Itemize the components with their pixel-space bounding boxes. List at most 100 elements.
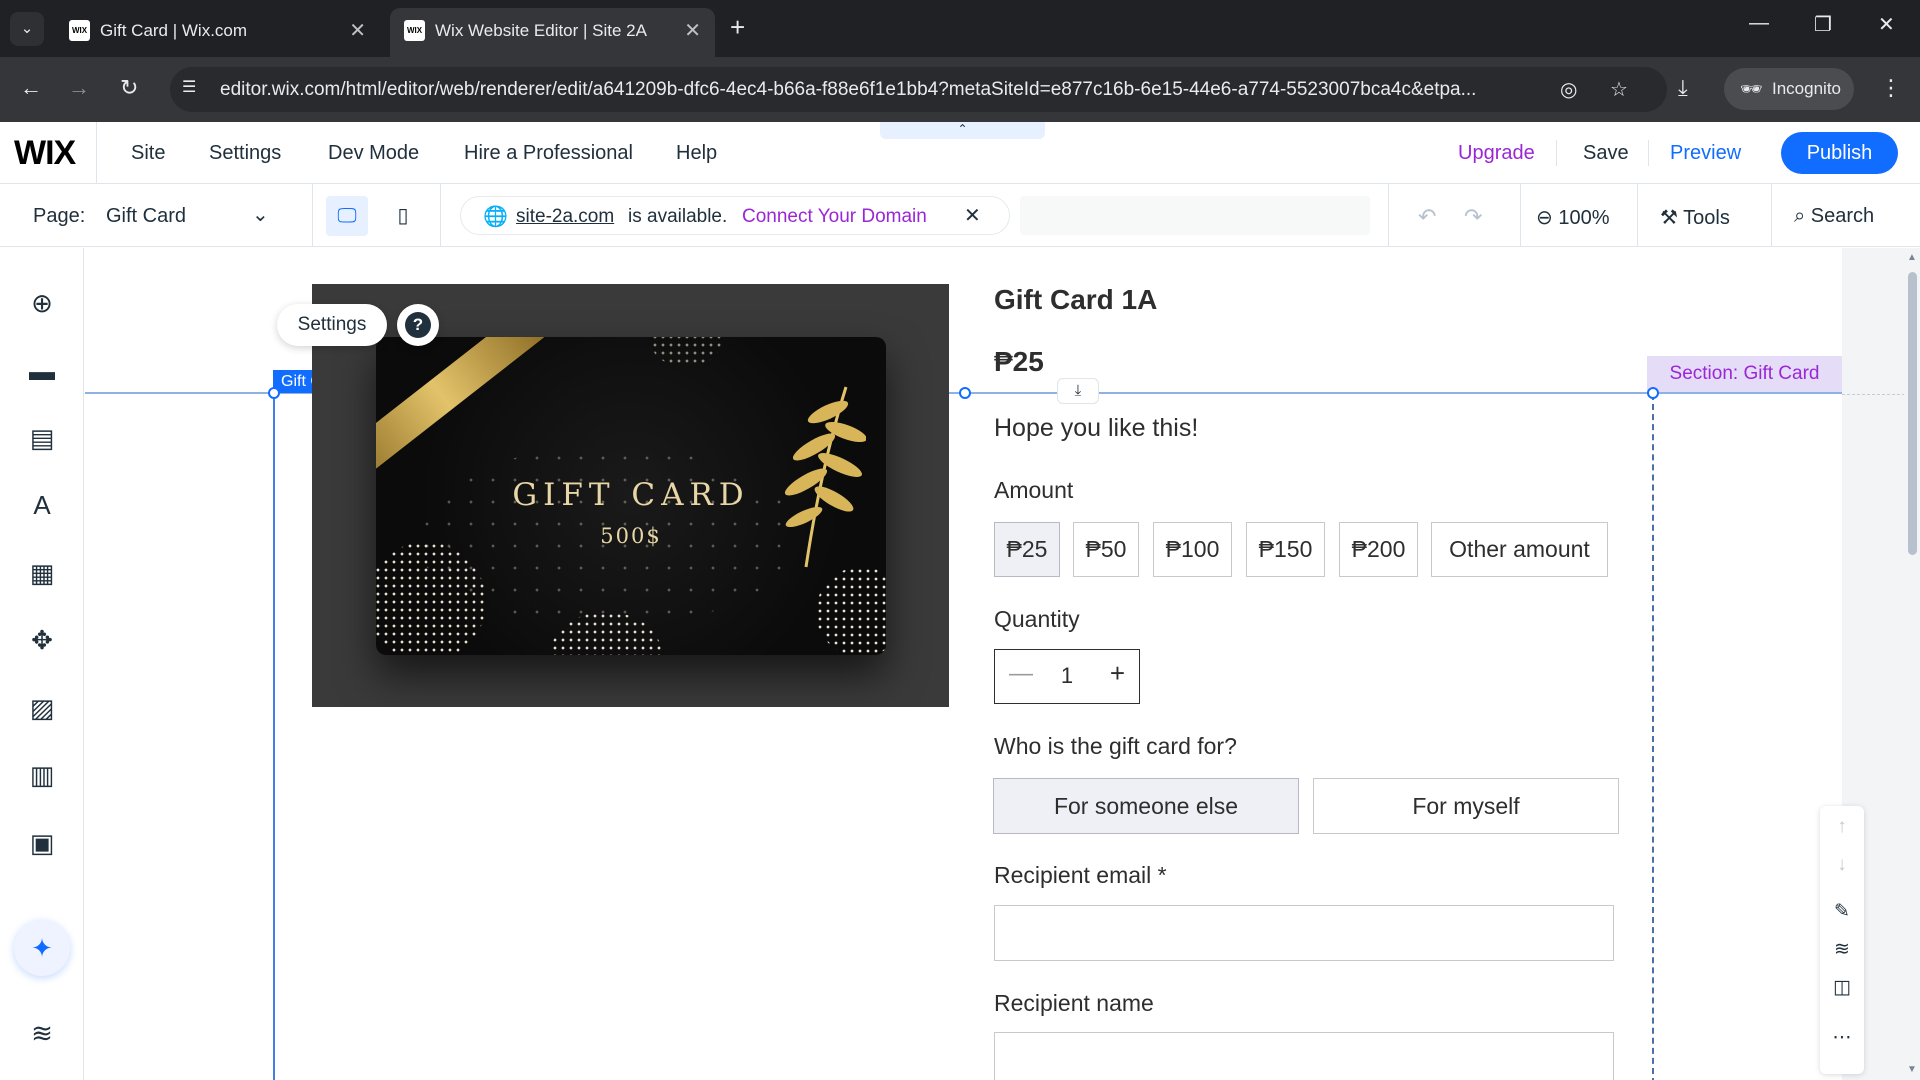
business-apps-icon[interactable]: ✥ (22, 620, 62, 660)
url-omnibox[interactable]: ☰ editor.wix.com/html/editor/web/rendere… (170, 67, 1667, 112)
recipient-name-label: Recipient name (994, 990, 1154, 1016)
close-tab-icon[interactable]: ✕ (349, 18, 366, 43)
for-someone-else-button[interactable]: For someone else (993, 778, 1299, 834)
editor-canvas[interactable]: Section: Gift Card Gift Card (85, 248, 1920, 1080)
site-info-icon[interactable]: ☰ (182, 77, 204, 101)
download-icon[interactable]: ⤓ (1678, 75, 1688, 101)
resize-handle[interactable] (1647, 387, 1659, 399)
menu-help[interactable]: Help (676, 142, 717, 165)
cms-icon[interactable]: ▥ (22, 755, 62, 795)
forward-arrow-icon[interactable]: → (68, 75, 90, 101)
layers-stack-icon[interactable]: ≋ (1820, 938, 1864, 961)
other-amount-option[interactable]: Other amount (1431, 522, 1608, 577)
menu-site[interactable]: Site (131, 142, 165, 165)
gift-card-graphic: GIFT CARD 500$ (376, 337, 886, 655)
gift-card-image[interactable]: GIFT CARD 500$ ✥ (312, 284, 949, 707)
tab-title: Wix Website Editor | Site 2A (435, 21, 647, 40)
menu-hire-professional[interactable]: Hire a Professional (464, 142, 633, 165)
site-design-icon[interactable]: A (22, 485, 62, 525)
chevron-down-icon[interactable]: ⌄ (252, 202, 269, 227)
divider (96, 122, 97, 184)
resize-handle[interactable] (268, 387, 280, 399)
redo-icon[interactable]: ↷ (1464, 204, 1482, 230)
wix-favicon-icon: WIX (404, 20, 425, 41)
move-down-icon[interactable]: ↓ (1820, 854, 1864, 876)
incognito-badge[interactable]: 🕶 Incognito (1724, 68, 1854, 110)
zoom-control[interactable]: ⊖ 100% (1536, 205, 1609, 230)
resize-handle[interactable] (959, 387, 971, 399)
help-button[interactable]: ? (397, 304, 439, 346)
amount-option[interactable]: ₱100 (1153, 522, 1232, 577)
restore-window-icon[interactable]: ❐ (1814, 12, 1832, 37)
tools-button[interactable]: ⚒ Tools (1660, 205, 1730, 230)
domain-link[interactable]: site-2a.com (516, 206, 614, 228)
eye-off-icon[interactable]: ◎ (1560, 77, 1577, 102)
add-apps-icon[interactable]: ▦ (22, 553, 62, 593)
publish-button[interactable]: Publish (1781, 132, 1898, 174)
recipient-email-label: Recipient email * (994, 862, 1167, 888)
tools-icon: ⚒ (1660, 207, 1678, 229)
section-label[interactable]: Section: Gift Card (1647, 356, 1842, 392)
minimize-icon[interactable]: — (1749, 12, 1769, 35)
mobile-view-icon[interactable]: ▯ (382, 196, 424, 236)
upgrade-link[interactable]: Upgrade (1458, 142, 1535, 165)
portfolio-icon[interactable]: ▣ (22, 823, 62, 863)
add-elements-icon[interactable]: ⊕ (22, 283, 62, 323)
scrollbar-thumb[interactable] (1908, 272, 1917, 555)
layers-icon[interactable]: ≋ (22, 1013, 62, 1053)
browser-menu-icon[interactable]: ⋮ (1880, 75, 1902, 101)
url-text[interactable]: editor.wix.com/html/editor/web/renderer/… (220, 79, 1476, 101)
recipient-email-field[interactable] (994, 905, 1614, 961)
new-tab-plus-icon[interactable]: + (730, 12, 745, 42)
undo-icon[interactable]: ↶ (1418, 204, 1436, 230)
amount-option[interactable]: ₱200 (1339, 522, 1418, 577)
domain-available-text: is available. (628, 206, 728, 227)
back-arrow-icon[interactable]: ← (20, 75, 42, 101)
tab-search-chevron-icon[interactable]: ⌄ (10, 12, 44, 46)
amount-option[interactable]: ₱50 (1073, 522, 1139, 577)
browser-tab[interactable]: WIX Gift Card | Wix.com ✕ (55, 8, 380, 57)
help-question-icon: ? (405, 311, 431, 338)
gold-dots (651, 337, 721, 367)
divider (1556, 140, 1557, 166)
close-tab-icon[interactable]: ✕ (684, 18, 701, 43)
add-section-icon[interactable]: ▬ (22, 351, 62, 391)
browser-address-bar: ← → ↻ ☰ editor.wix.com/html/editor/web/r… (0, 57, 1920, 122)
collapse-toolbar-chevron-icon[interactable]: ⌃ (880, 122, 1045, 139)
layout-panel-icon[interactable]: ◫ (1820, 976, 1864, 999)
scroll-up-arrow-icon[interactable]: ▲ (1904, 252, 1920, 263)
move-up-icon[interactable]: ↑ (1820, 816, 1864, 838)
menu-settings[interactable]: Settings (209, 142, 281, 165)
browser-tab-active[interactable]: WIX Wix Website Editor | Site 2A ✕ (390, 8, 715, 57)
recipient-name-field[interactable] (994, 1032, 1614, 1080)
save-button[interactable]: Save (1583, 142, 1629, 165)
search-button[interactable]: ⌕ Search (1794, 205, 1874, 228)
media-icon[interactable]: ▨ (22, 688, 62, 728)
plus-icon[interactable]: + (1110, 658, 1125, 689)
stretch-download-icon[interactable]: ⤓ (1057, 378, 1099, 404)
amount-option-selected[interactable]: ₱25 (994, 522, 1060, 577)
desktop-view-icon[interactable]: 🖵 (326, 196, 368, 236)
left-sidebar: ⊕ ▬ ▤ A ▦ ✥ ▨ ▥ ▣ ✦ ≋ (0, 248, 84, 1080)
more-options-icon[interactable]: ⋯ (1820, 1026, 1864, 1049)
wix-favicon-icon: WIX (69, 20, 90, 41)
menu-dev-mode[interactable]: Dev Mode (328, 142, 419, 165)
scroll-down-arrow-icon[interactable]: ▼ (1904, 1064, 1920, 1075)
wix-top-bar: WIX Site Settings Dev Mode Hire a Profes… (0, 122, 1920, 184)
close-banner-icon[interactable]: ✕ (964, 203, 981, 228)
bookmark-star-icon[interactable]: ☆ (1610, 77, 1628, 102)
page-label: Page: (33, 205, 86, 227)
settings-button[interactable]: Settings (277, 304, 387, 346)
ai-assistant-sparkle-icon[interactable]: ✦ (14, 920, 70, 976)
edit-pencil-icon[interactable]: ✎ (1820, 900, 1864, 923)
connect-domain-link[interactable]: Connect Your Domain (742, 206, 927, 228)
page-selector[interactable]: Gift Card (106, 205, 186, 228)
pages-menus-icon[interactable]: ▤ (22, 418, 62, 458)
close-window-icon[interactable]: ✕ (1878, 12, 1895, 37)
wix-logo[interactable]: WIX (14, 134, 76, 173)
who-label: Who is the gift card for? (994, 733, 1237, 759)
preview-button[interactable]: Preview (1670, 142, 1741, 165)
for-myself-button[interactable]: For myself (1313, 778, 1619, 834)
reload-icon[interactable]: ↻ (120, 75, 138, 101)
amount-option[interactable]: ₱150 (1246, 522, 1325, 577)
